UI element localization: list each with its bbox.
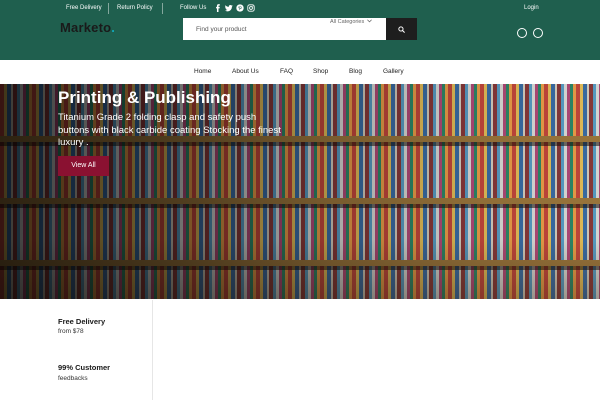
social-links <box>214 4 255 13</box>
site-logo[interactable]: Marketo. <box>60 20 115 35</box>
follow-us-label: Follow Us <box>180 5 207 11</box>
free-delivery-link[interactable]: Free Delivery <box>66 5 102 12</box>
cart-icon[interactable] <box>517 28 527 38</box>
search-button[interactable] <box>386 18 417 40</box>
feature-title-delivery: Free Delivery <box>58 317 106 326</box>
category-select[interactable]: All Categories <box>320 18 382 27</box>
view-all-button[interactable]: View All <box>58 156 109 176</box>
top-bar: Free Delivery Return Policy Follow Us Lo… <box>0 0 600 17</box>
hero-subtitle: Titanium Grade 2 folding clasp and safet… <box>58 112 281 149</box>
main-nav: Home About Us FAQ Shop Blog Gallery <box>0 60 600 84</box>
topbar-divider <box>108 3 109 14</box>
logo-text: Marketo <box>60 20 112 35</box>
search-icon <box>398 20 405 38</box>
search-input[interactable] <box>183 18 318 40</box>
user-icon[interactable] <box>533 28 543 38</box>
topbar-divider <box>162 3 163 14</box>
pinterest-icon[interactable] <box>236 4 244 12</box>
feature-subtitle-feedback: feedbacks <box>58 375 88 382</box>
feature-title-feedback: 99% Customer <box>58 363 111 372</box>
hero-title: Printing & Publishing <box>58 88 231 107</box>
feature-subtitle-delivery: from $78 <box>58 328 84 335</box>
feature-divider <box>152 300 153 400</box>
nav-faq[interactable]: FAQ <box>280 68 293 76</box>
site-header: Free Delivery Return Policy Follow Us Lo… <box>0 0 600 60</box>
instagram-icon[interactable] <box>247 4 255 12</box>
nav-shop[interactable]: Shop <box>313 68 328 76</box>
nav-blog[interactable]: Blog <box>349 68 362 76</box>
chevron-down-icon <box>367 18 372 27</box>
category-select-value: All Categories <box>330 19 365 25</box>
return-policy-link[interactable]: Return Policy <box>117 5 153 12</box>
logo-dot: . <box>111 20 116 35</box>
nav-about-us[interactable]: About Us <box>232 68 259 76</box>
nav-home[interactable]: Home <box>194 68 211 76</box>
login-link[interactable]: Login <box>524 5 539 12</box>
search-bar: All Categories <box>183 18 417 40</box>
facebook-icon[interactable] <box>214 4 222 12</box>
nav-gallery[interactable]: Gallery <box>383 68 404 76</box>
twitter-icon[interactable] <box>225 4 233 12</box>
